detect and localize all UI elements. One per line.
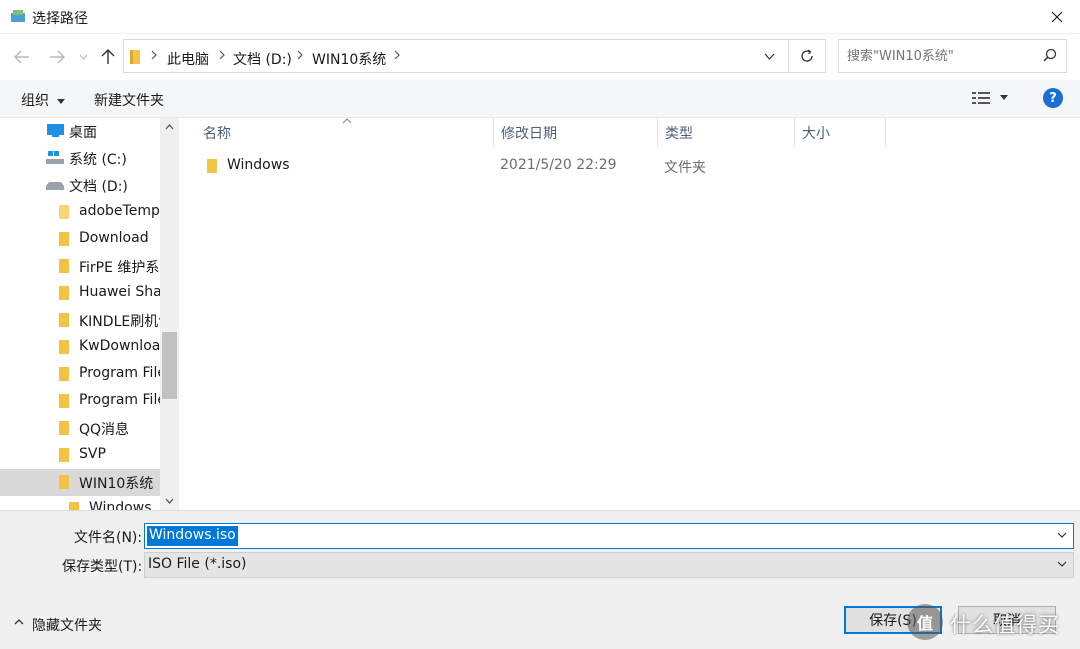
caret-down-icon bbox=[57, 98, 66, 104]
folder-icon bbox=[59, 394, 69, 408]
navigation-pane: 桌面 系统 (C:) 文档 (D:) adobeTemp Download Fi… bbox=[0, 118, 179, 510]
chevron-right-icon bbox=[394, 50, 400, 60]
nav-item-folder[interactable]: Program Files bbox=[0, 388, 160, 415]
back-arrow-icon bbox=[14, 50, 29, 64]
up-arrow-icon bbox=[101, 49, 115, 64]
folder-icon bbox=[59, 448, 69, 462]
search-input[interactable] bbox=[839, 40, 1039, 72]
file-name: Windows bbox=[227, 157, 290, 173]
nav-item-folder[interactable]: Download bbox=[0, 226, 160, 253]
desktop-icon bbox=[47, 124, 64, 137]
scroll-down-button[interactable] bbox=[160, 492, 179, 510]
nav-item-folder[interactable]: Windows bbox=[0, 496, 160, 510]
chevron-up-icon bbox=[14, 619, 24, 625]
command-bar: 组织 新建文件夹 ? bbox=[0, 80, 1080, 118]
nav-item-folder[interactable]: Program Files bbox=[0, 361, 160, 388]
folder-icon bbox=[69, 502, 79, 510]
chevron-down-icon bbox=[79, 54, 87, 60]
chevron-up-icon bbox=[165, 124, 174, 130]
nav-item-folder[interactable]: adobeTemp bbox=[0, 199, 160, 226]
chevron-down-icon bbox=[1057, 561, 1067, 567]
nav-item-folder[interactable]: KwDownload bbox=[0, 334, 160, 361]
folder-icon bbox=[59, 340, 69, 354]
folder-icon bbox=[207, 159, 217, 173]
back-button[interactable] bbox=[12, 46, 32, 68]
filename-label: 文件名(N): bbox=[74, 530, 143, 546]
nav-item-folder[interactable]: Huawei Share bbox=[0, 280, 160, 307]
new-folder-button[interactable]: 新建文件夹 bbox=[94, 90, 164, 110]
close-icon bbox=[1051, 11, 1063, 23]
breadcrumb-win10[interactable]: WIN10系统 bbox=[312, 49, 386, 69]
column-header-name[interactable]: 名称 bbox=[196, 118, 494, 148]
breadcrumb-this-pc[interactable]: 此电脑 bbox=[167, 49, 209, 69]
watermark-badge: 值 bbox=[907, 604, 943, 640]
file-row[interactable]: Windows 2021/5/20 22:29 文件夹 bbox=[199, 154, 899, 180]
chevron-right-icon bbox=[219, 50, 225, 60]
folder-icon bbox=[59, 367, 69, 381]
nav-item-folder[interactable]: KINDLE刷机包 bbox=[0, 307, 160, 334]
view-details-icon[interactable] bbox=[972, 91, 990, 105]
nav-item-win10-selected[interactable]: WIN10系统 bbox=[0, 469, 160, 496]
folder-icon bbox=[59, 232, 69, 246]
drive-icon bbox=[46, 182, 64, 190]
forward-button[interactable] bbox=[47, 46, 67, 68]
up-button[interactable] bbox=[98, 46, 118, 68]
folder-icon bbox=[59, 205, 69, 219]
organize-menu[interactable]: 组织 bbox=[21, 90, 66, 110]
folder-icon bbox=[59, 475, 69, 489]
address-dropdown-icon[interactable] bbox=[764, 53, 775, 60]
folder-icon bbox=[59, 286, 69, 300]
scroll-up-button[interactable] bbox=[160, 118, 179, 136]
window-title: 选择路径 bbox=[32, 11, 88, 27]
nav-item-folder[interactable]: FirPE 维护系统 bbox=[0, 253, 160, 280]
nav-item-desktop[interactable]: 桌面 bbox=[0, 118, 160, 145]
help-button[interactable]: ? bbox=[1043, 88, 1063, 108]
folder-icon bbox=[59, 421, 69, 435]
sort-ascending-icon bbox=[342, 118, 352, 124]
filename-value[interactable]: Windows.iso bbox=[147, 526, 238, 546]
search-box[interactable] bbox=[838, 39, 1067, 73]
column-header-type[interactable]: 类型 bbox=[658, 118, 795, 148]
title-bar: 选择路径 bbox=[0, 0, 1080, 34]
file-modified: 2021/5/20 22:29 bbox=[500, 157, 617, 173]
organize-label: 组织 bbox=[21, 93, 49, 109]
filename-field[interactable]: Windows.iso bbox=[144, 523, 1074, 549]
folder-icon bbox=[59, 313, 69, 327]
watermark-text: 什么值得买 bbox=[950, 613, 1060, 637]
scroll-thumb[interactable] bbox=[162, 332, 177, 399]
filetype-select[interactable]: ISO File (*.iso) bbox=[144, 552, 1074, 578]
folder-icon bbox=[130, 50, 140, 64]
nav-scrollbar[interactable] bbox=[160, 118, 179, 510]
search-icon[interactable] bbox=[1043, 48, 1057, 62]
system-drive-icon bbox=[46, 151, 64, 164]
forward-arrow-icon bbox=[50, 50, 65, 64]
chevron-down-icon[interactable] bbox=[1057, 532, 1067, 538]
app-icon bbox=[11, 10, 25, 22]
refresh-button[interactable] bbox=[789, 39, 826, 73]
column-header-size[interactable]: 大小 bbox=[795, 118, 886, 148]
address-row: 此电脑 文档 (D:) WIN10系统 bbox=[0, 34, 1080, 80]
file-list: 名称 修改日期 类型 大小 Windows 2021/5/20 22:29 文件… bbox=[179, 118, 1080, 510]
close-button[interactable] bbox=[1034, 0, 1080, 34]
nav-item-drive-d[interactable]: 文档 (D:) bbox=[0, 172, 160, 199]
address-bar[interactable]: 此电脑 文档 (D:) WIN10系统 bbox=[123, 39, 789, 73]
chevron-down-icon bbox=[165, 498, 174, 504]
chevron-right-icon bbox=[151, 50, 157, 60]
nav-item-folder[interactable]: QQ消息 bbox=[0, 415, 160, 442]
refresh-icon bbox=[801, 49, 813, 62]
breadcrumb-drive-d[interactable]: 文档 (D:) bbox=[233, 49, 292, 69]
nav-item-system-c[interactable]: 系统 (C:) bbox=[0, 145, 160, 172]
chevron-right-icon bbox=[297, 50, 303, 60]
nav-item-folder[interactable]: SVP bbox=[0, 442, 160, 469]
filetype-label: 保存类型(T): bbox=[62, 559, 143, 575]
file-type: 文件夹 bbox=[664, 160, 706, 176]
folder-icon bbox=[59, 259, 69, 273]
recent-locations-button[interactable] bbox=[76, 46, 90, 68]
filetype-value: ISO File (*.iso) bbox=[148, 556, 247, 572]
view-dropdown-icon[interactable] bbox=[1000, 95, 1008, 100]
column-header-modified[interactable]: 修改日期 bbox=[494, 118, 658, 148]
